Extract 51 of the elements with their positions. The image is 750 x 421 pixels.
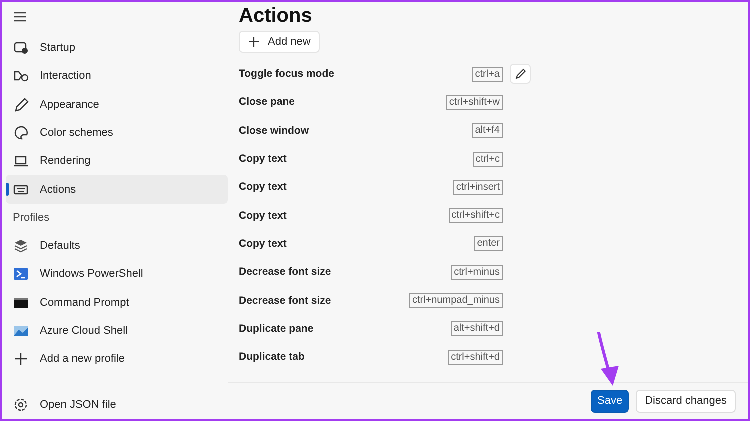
action-name: Duplicate pane <box>239 322 315 335</box>
action-name: Copy text <box>239 153 288 166</box>
action-name: Copy text <box>239 238 288 250</box>
action-name: Copy text <box>239 181 288 194</box>
action-name: Close window <box>239 124 310 137</box>
layers-icon <box>13 238 29 254</box>
sidebar-item[interactable]: Command Prompt <box>6 288 228 317</box>
key-binding[interactable]: ctrl+minus <box>451 264 503 280</box>
annotation-arrow <box>596 332 622 388</box>
sidebar-item[interactable]: Add a new profile <box>6 344 228 374</box>
powershell-icon <box>13 266 29 282</box>
key-binding[interactable]: ctrl+shift+w <box>446 94 503 110</box>
action-name: Toggle focus mode <box>239 68 336 80</box>
add-new-button[interactable]: Add new <box>239 31 320 53</box>
sidebar-item[interactable]: Windows PowerShell <box>6 260 228 288</box>
action-name: Decrease font size <box>239 294 332 307</box>
key-binding[interactable]: ctrl+a <box>472 66 503 82</box>
sidebar-item[interactable]: Startup <box>6 34 228 62</box>
key-binding[interactable]: ctrl+numpad_minus <box>409 293 503 308</box>
sidebar-item[interactable]: Actions <box>6 175 228 204</box>
pen-icon <box>13 96 29 113</box>
plus-icon <box>248 36 260 48</box>
key-binding[interactable]: ctrl+insert <box>453 180 503 195</box>
pencil-icon <box>514 67 528 82</box>
section-heading: Profiles <box>12 210 50 226</box>
action-name: Decrease font size <box>239 266 332 278</box>
edit-button[interactable] <box>510 64 531 84</box>
key-binding[interactable]: ctrl+c <box>472 152 503 167</box>
key-binding[interactable]: enter <box>474 236 503 252</box>
sidebar-item[interactable]: Rendering <box>6 147 228 176</box>
sidebar-item[interactable]: Color schemes <box>6 118 228 148</box>
sidebar-item[interactable]: Interaction <box>6 62 228 91</box>
sidebar-item[interactable]: Appearance <box>6 90 228 119</box>
action-name: Duplicate tab <box>239 351 306 364</box>
key-binding[interactable]: alt+shift+d <box>450 321 503 336</box>
sidebar-item[interactable]: Azure Cloud Shell <box>6 316 228 345</box>
key-binding[interactable]: ctrl+shift+c <box>448 208 503 224</box>
settings-icon <box>13 396 29 413</box>
save-button[interactable]: Save <box>591 390 630 412</box>
key-binding[interactable]: ctrl+shift+d <box>448 350 503 365</box>
sidebar-item[interactable]: Defaults <box>6 232 228 260</box>
plus-icon <box>13 351 29 368</box>
sidebar-item[interactable]: Open JSON file <box>6 390 228 419</box>
menu-icon[interactable] <box>13 11 27 23</box>
action-name: Close pane <box>239 96 296 108</box>
page-title: Actions <box>239 5 312 28</box>
discard-button[interactable]: Discard changes <box>636 390 736 412</box>
palette-icon <box>13 125 29 142</box>
action-name: Copy text <box>239 210 288 222</box>
selection-indicator <box>6 183 9 196</box>
key-binding[interactable]: alt+f4 <box>472 123 503 138</box>
